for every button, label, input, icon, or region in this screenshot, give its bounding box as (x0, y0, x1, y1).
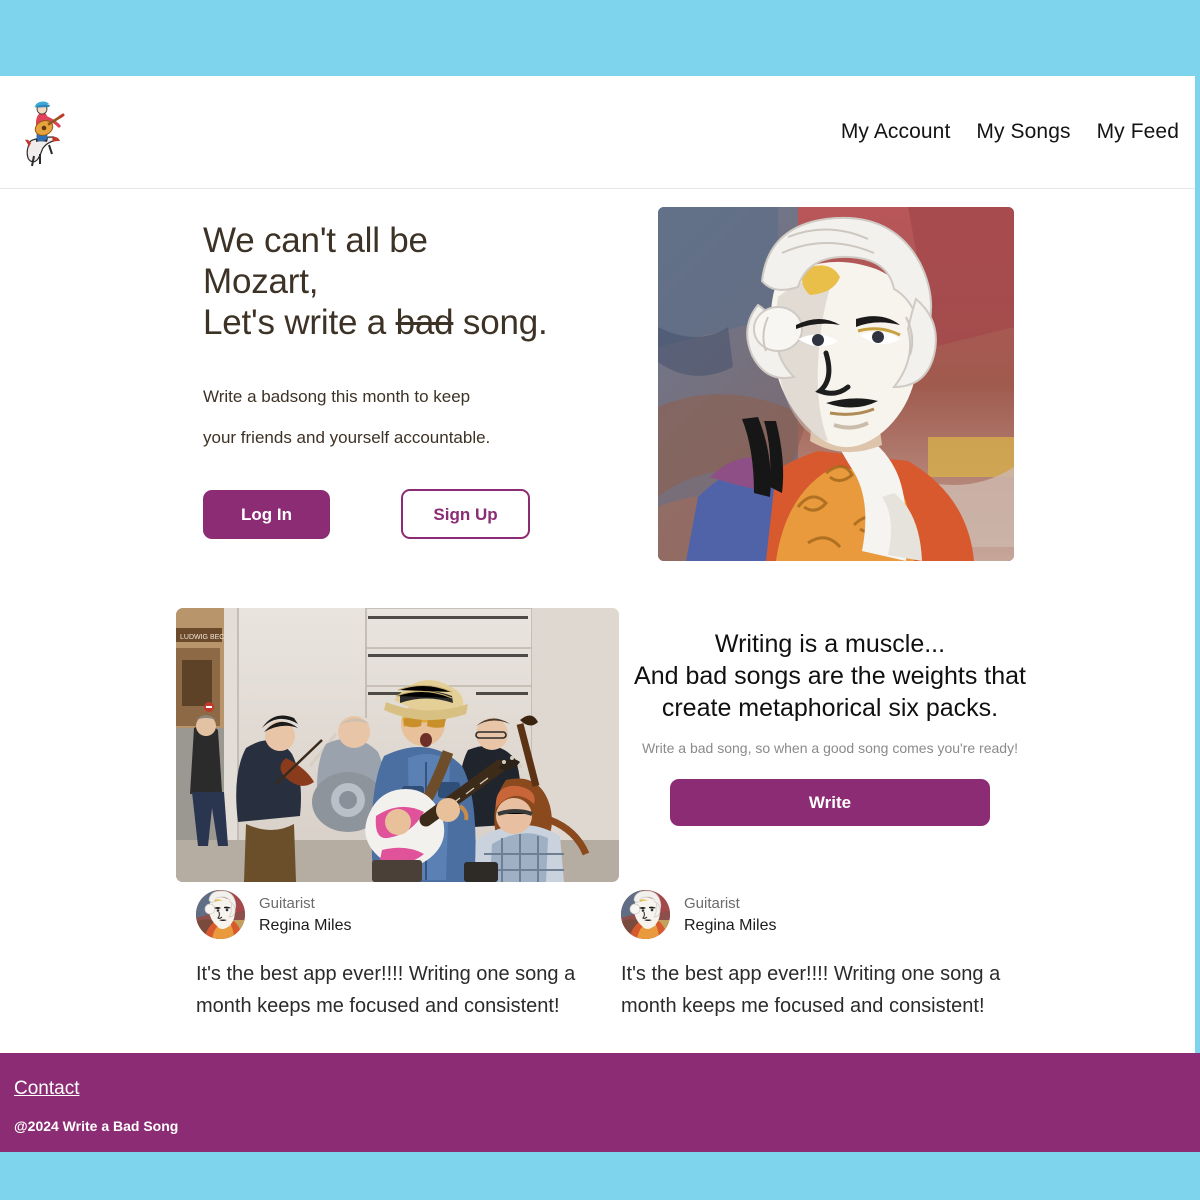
pitch-headline: Writing is a muscle... And bad songs are… (634, 630, 1026, 722)
testimonial-name: Regina Miles (684, 916, 777, 934)
signup-button[interactable]: Sign Up (401, 489, 530, 539)
testimonial-header: Guitarist Regina Miles (196, 890, 618, 939)
page-main: We can't all be Mozart, Let's write a ba… (0, 190, 1195, 1053)
hero-title-struck-word: bad (395, 303, 454, 342)
testimonial-card: Guitarist Regina Miles It's the best app… (196, 890, 618, 1022)
login-button[interactable]: Log In (203, 489, 330, 539)
guitarist-on-horse-logo[interactable] (22, 96, 66, 168)
nav-my-feed[interactable]: My Feed (1097, 120, 1179, 144)
hero-title-lead: We can't all be Mozart, Let's write a (203, 221, 428, 342)
site-footer: Contact @2024 Write a Bad Song (0, 1053, 1200, 1152)
nav-my-songs[interactable]: My Songs (976, 120, 1070, 144)
avatar (196, 890, 245, 939)
hero-copy: We can't all be Mozart, Let's write a ba… (203, 220, 623, 539)
contact-link[interactable]: Contact (14, 1078, 79, 1100)
site-header: My Account My Songs My Feed (0, 76, 1195, 189)
copyright-text: @2024 Write a Bad Song (14, 1118, 179, 1134)
top-accent-bar (0, 0, 1200, 76)
svg-text:LUDWIG BECK: LUDWIG BECK (180, 634, 229, 641)
avatar (621, 890, 670, 939)
hero-section: We can't all be Mozart, Let's write a ba… (0, 190, 1195, 590)
write-button[interactable]: Write (670, 779, 990, 826)
hero-actions: Log In Sign Up (203, 489, 623, 539)
pitch-copy: Writing is a muscle... And bad songs are… (630, 628, 1030, 826)
pitch-section: LUDWIG BECK Writing is a muscle... And b… (0, 590, 1195, 882)
testimonial-header: Guitarist Regina Miles (621, 890, 1043, 939)
testimonial-card: Guitarist Regina Miles It's the best app… (621, 890, 1043, 1022)
testimonial-meta: Guitarist Regina Miles (259, 894, 351, 936)
main-nav: My Account My Songs My Feed (841, 120, 1179, 144)
testimonials-section: Guitarist Regina Miles It's the best app… (0, 890, 1195, 1022)
mozart-portrait-image (658, 207, 1014, 561)
testimonial-role: Guitarist (259, 894, 315, 912)
right-accent-rail (1195, 76, 1200, 1053)
street-band-photo: LUDWIG BECK (176, 608, 619, 882)
page-title: We can't all be Mozart, Let's write a ba… (203, 220, 623, 343)
bottom-accent-bar (0, 1152, 1200, 1200)
testimonial-quote: It's the best app ever!!!! Writing one s… (196, 963, 576, 1017)
testimonial-role: Guitarist (684, 894, 740, 912)
testimonial-quote: It's the best app ever!!!! Writing one s… (621, 963, 1001, 1017)
hero-title-tail: song. (453, 303, 548, 342)
pitch-subtext: Write a bad song, so when a good song co… (642, 740, 1018, 756)
testimonial-name: Regina Miles (259, 916, 352, 934)
testimonial-meta: Guitarist Regina Miles (684, 894, 776, 936)
nav-my-account[interactable]: My Account (841, 120, 951, 144)
hero-subtitle: Write a badsong this month to keep your … (203, 387, 491, 447)
